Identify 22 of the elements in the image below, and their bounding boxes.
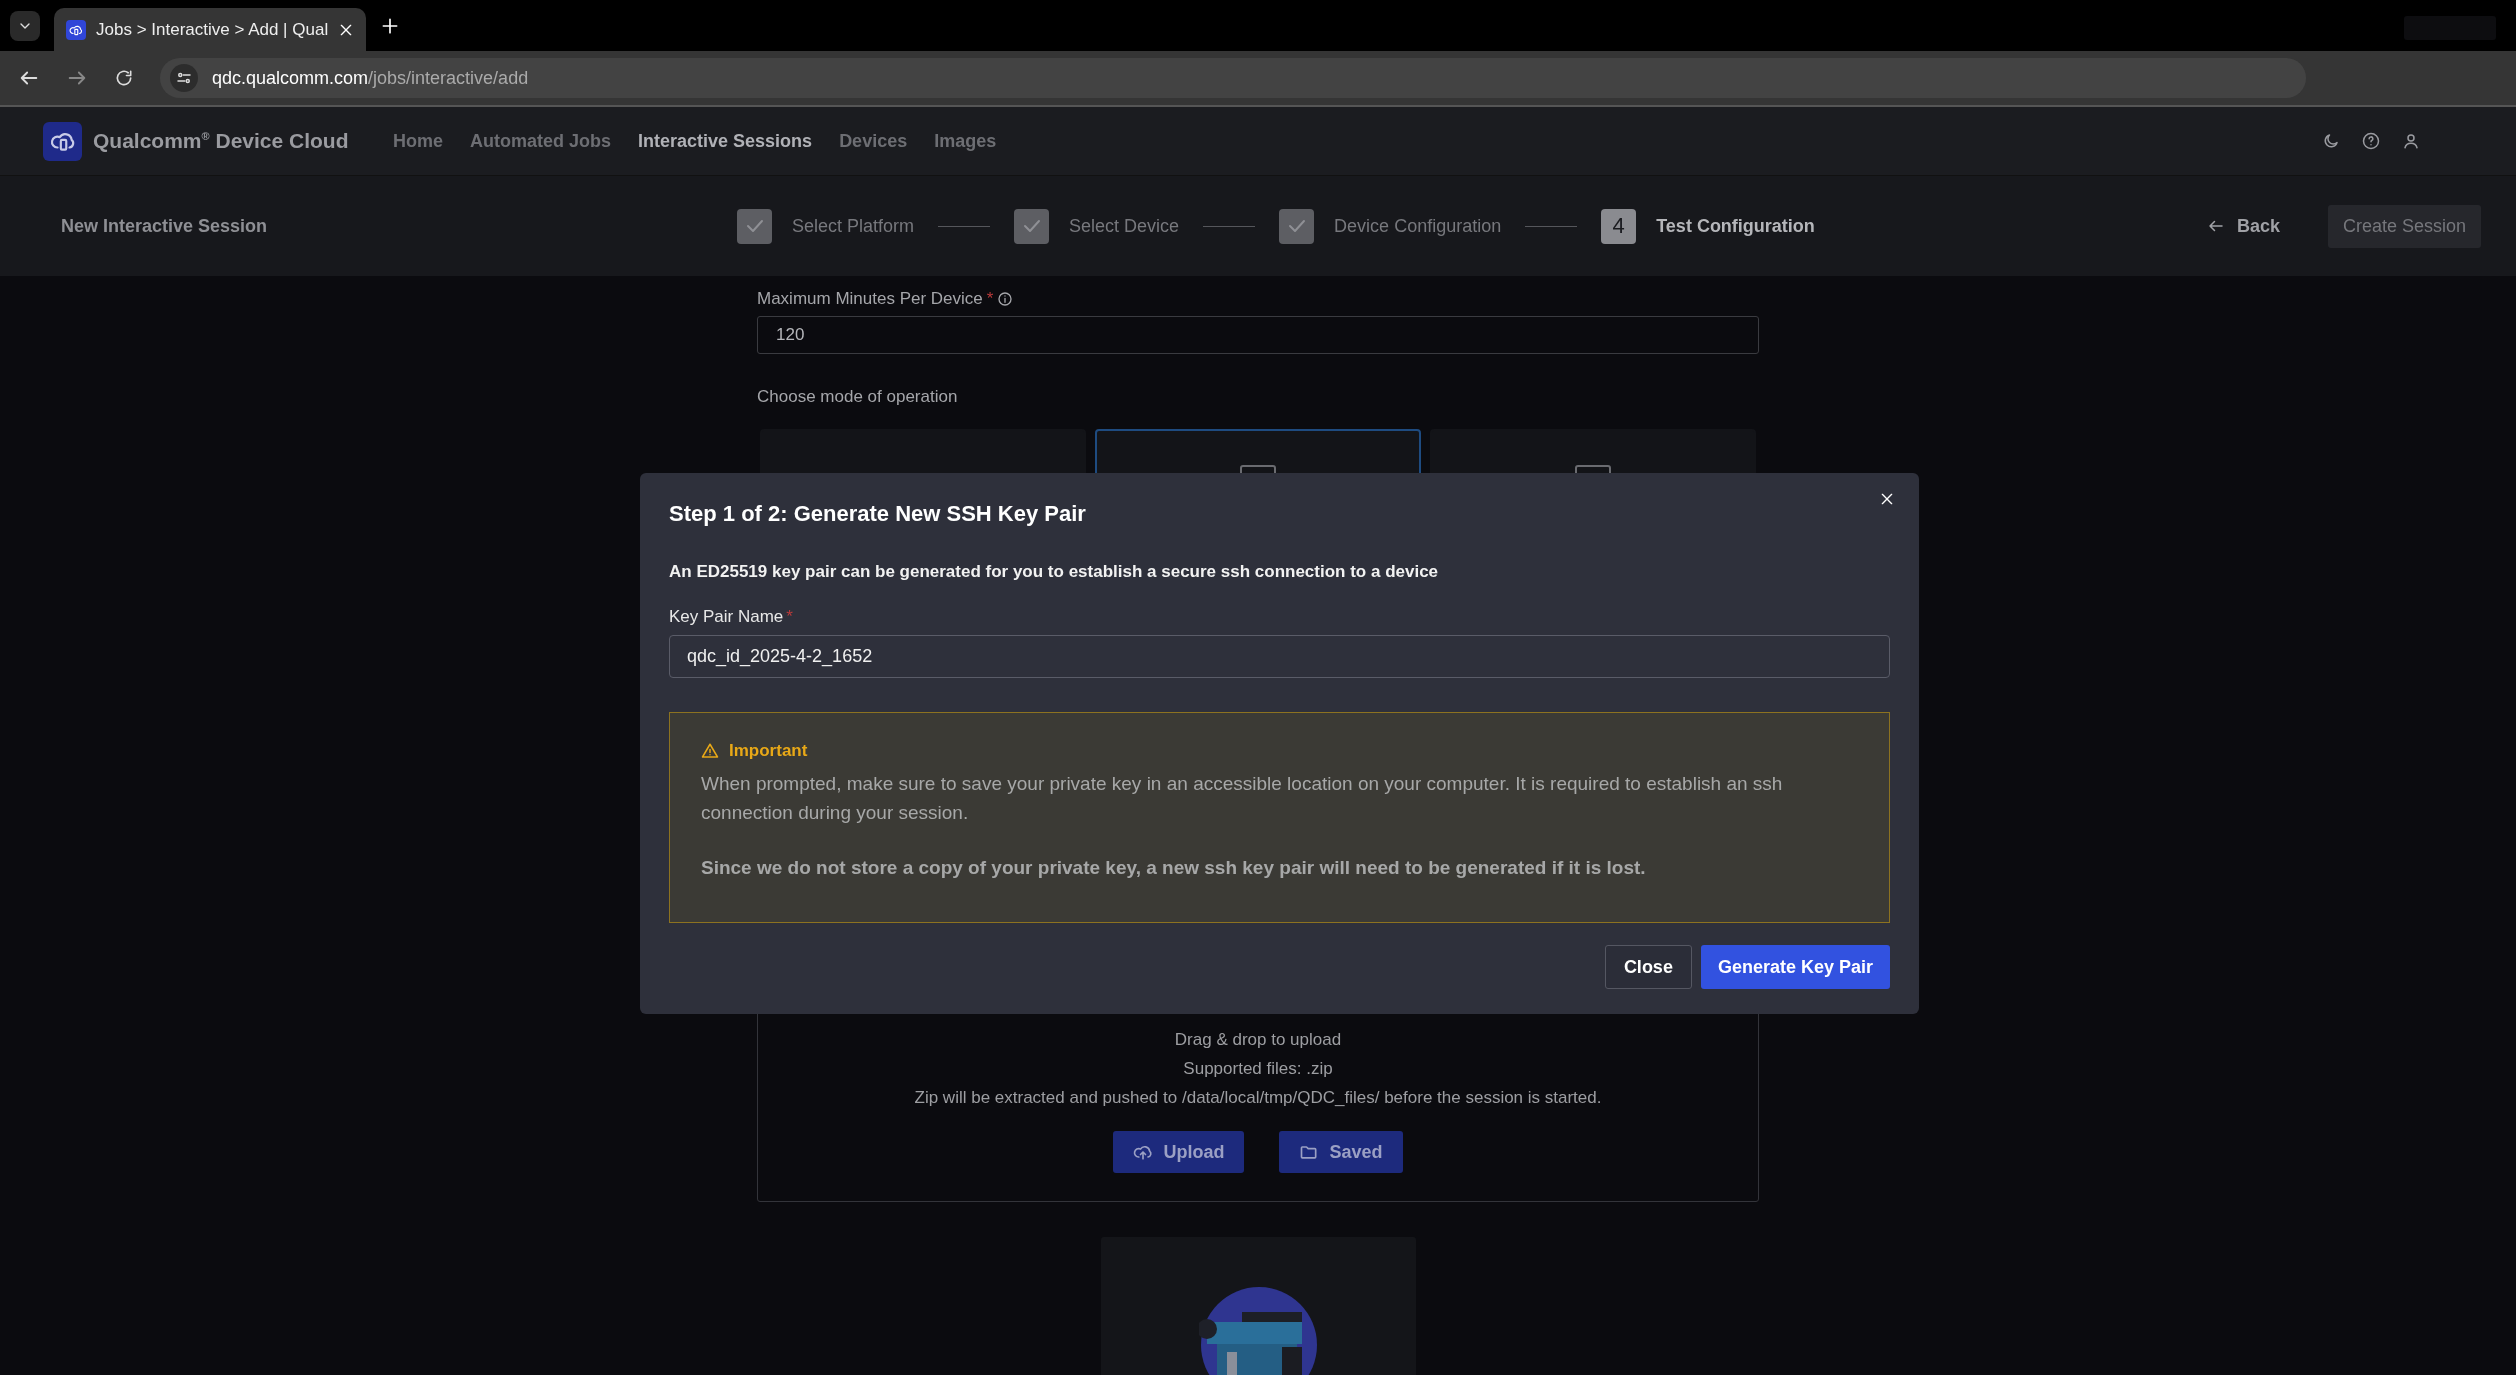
dropzone-text: Drag & drop to upload [1174,1030,1342,1050]
url-text: qdc.qualcomm.com/jobs/interactive/add [212,67,529,89]
step-label: Select Platform [792,215,915,237]
notice-text: Since we do not store a copy of your private key, a new ssh key pair will need to be generated if it is lost. [701,856,1647,880]
step-number: 4 [1601,208,1637,244]
brand-name: Qualcomm$^{®}$ Device Cloud [93,129,350,153]
step-label: Device Configuration [1334,215,1502,237]
step-label: Test Configuration [1656,215,1815,237]
field-label: Key Pair Name [669,607,784,627]
notice-text: When prompted, make sure to save your private key in an accessible location on your computer. It is required to establish an ssh connection during your session. [701,772,1784,825]
step-label: Select Device [1069,215,1180,237]
field-label: Maximum Minutes Per Device [757,289,983,309]
notice-heading: Important [729,741,808,761]
page-title: New Interactive Session [61,215,269,237]
dialog-description: An ED25519 key pair can be generated for you to establish a secure ssh connection to a device [669,562,1440,582]
required-asterisk: * [786,607,793,627]
section-label: Choose mode of operation [757,387,959,407]
required-asterisk: * [986,289,994,309]
dropzone-text: Zip will be extracted and pushed to /data/local/tmp/QDC_files/ before the session is started. [914,1088,1602,1108]
tab-title: Jobs > Interactive > Add | Qual [96,19,329,40]
dropzone-text: Supported files: .zip [1183,1059,1333,1079]
dialog-title: Step 1 of 2: Generate New SSH Key Pair [669,500,1087,528]
